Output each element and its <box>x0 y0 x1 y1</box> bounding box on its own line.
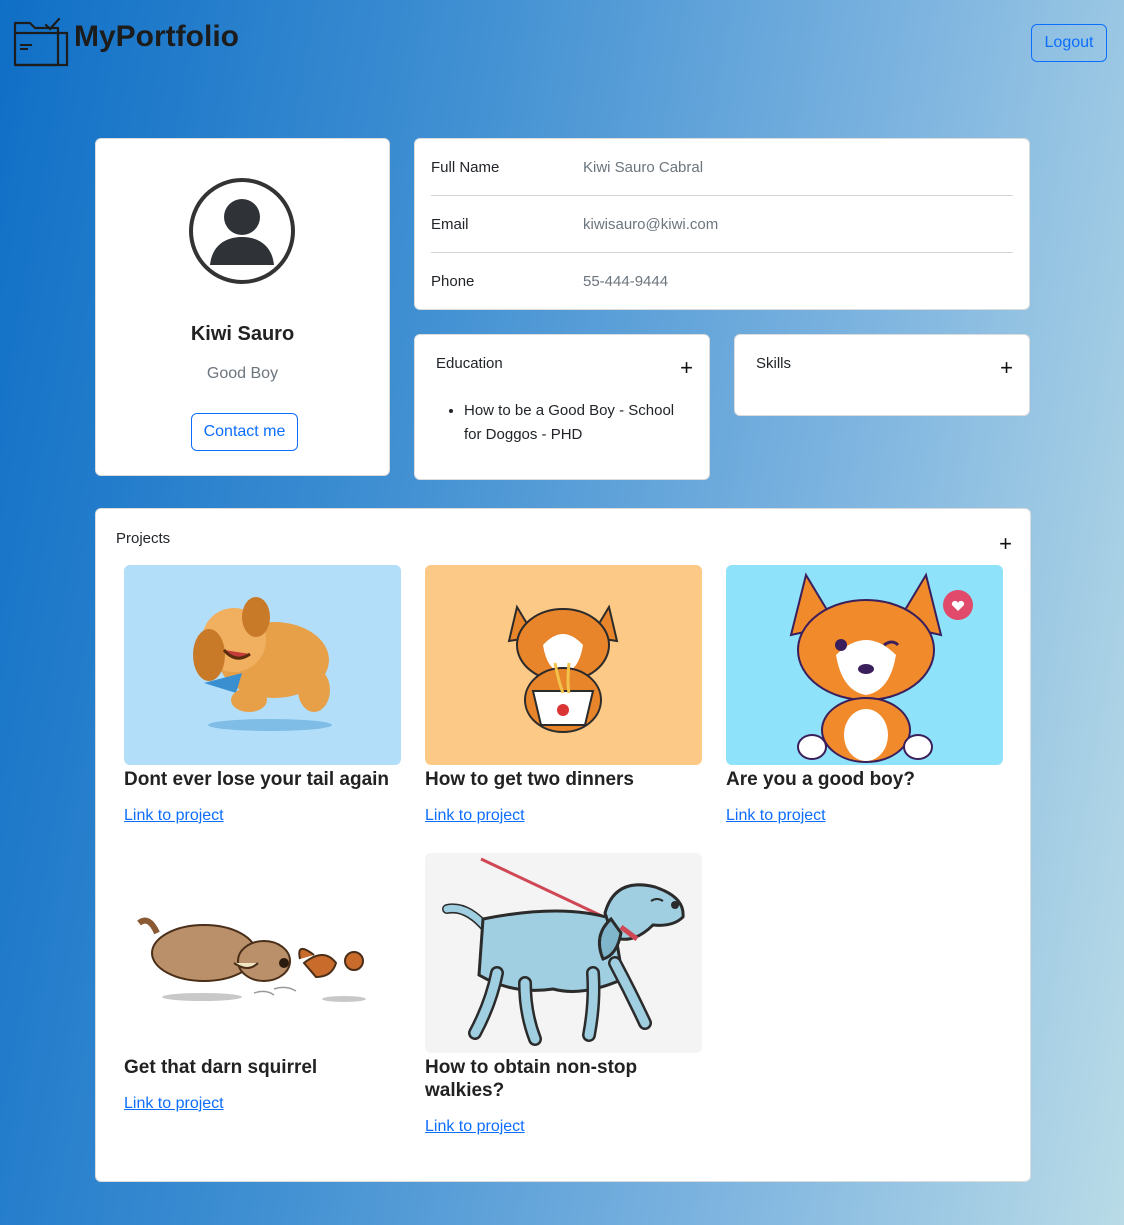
contact-me-button[interactable]: Contact me <box>191 413 298 451</box>
add-education-button[interactable]: + <box>680 357 693 379</box>
user-avatar-icon <box>189 178 295 284</box>
profile-card: Kiwi Sauro Good Boy Contact me <box>95 138 390 476</box>
project-title: Get that darn squirrel <box>124 1057 318 1078</box>
skills-title: Skills <box>756 355 792 372</box>
folder-icon <box>13 17 69 67</box>
blue-dog-on-leash-illustration <box>425 853 702 1053</box>
phone-row: Phone 55-444-9444 <box>431 253 1013 310</box>
project-card: How to get two dinners Link to project <box>425 565 702 825</box>
project-title: How to obtain non-stop walkies? <box>425 1057 638 1101</box>
contact-info-card: Full Name Kiwi Sauro Cabral Email kiwisa… <box>414 138 1030 310</box>
project-title: How to get two dinners <box>425 769 634 790</box>
phone-label: Phone <box>431 273 475 290</box>
add-skill-button[interactable]: + <box>1000 357 1013 379</box>
jumping-dog-illustration <box>124 565 401 765</box>
logout-button[interactable]: Logout <box>1031 24 1107 62</box>
education-card: Education + How to be a Good Boy - Schoo… <box>414 334 710 480</box>
full-name-value: Kiwi Sauro Cabral <box>583 158 704 176</box>
brand-name: MyPortfolio <box>74 20 239 53</box>
full-name-row: Full Name Kiwi Sauro Cabral <box>431 139 1013 196</box>
project-title: Dont ever lose your tail again <box>124 769 390 790</box>
email-row: Email kiwisauro@kiwi.com <box>431 196 1013 253</box>
email-value: kiwisauro@kiwi.com <box>583 215 719 233</box>
full-name-label: Full Name <box>431 158 500 176</box>
profile-name: Kiwi Sauro <box>190 323 295 345</box>
projects-title: Projects <box>116 530 171 547</box>
education-title: Education <box>436 355 503 372</box>
winking-corgi-illustration <box>726 565 1003 765</box>
project-link[interactable]: Link to project <box>425 807 525 825</box>
corgi-eating-noodles-illustration <box>425 565 702 765</box>
projects-card: Projects + Dont ever lose your tail agai… <box>95 508 1031 1182</box>
dog-chasing-squirrel-illustration <box>124 853 401 1053</box>
project-link[interactable]: Link to project <box>425 1118 525 1136</box>
skills-card: Skills + <box>734 334 1030 416</box>
add-project-button[interactable]: + <box>999 533 1012 555</box>
email-label: Email <box>431 215 469 233</box>
brand[interactable]: MyPortfolio <box>12 12 239 72</box>
project-card: Get that darn squirrel Link to project <box>124 853 401 1113</box>
project-title: Are you a good boy? <box>726 769 915 790</box>
project-link[interactable]: Link to project <box>124 807 224 825</box>
project-card: How to obtain non-stop walkies? Link to … <box>425 853 702 1136</box>
project-card: Are you a good boy? Link to project <box>726 565 1003 825</box>
profile-title: Good Boy <box>206 365 279 382</box>
project-card: Dont ever lose your tail again Link to p… <box>124 565 401 825</box>
education-item: How to be a Good Boy - School for Doggos… <box>464 399 694 447</box>
project-link[interactable]: Link to project <box>124 1095 224 1113</box>
phone-value: 55-444-9444 <box>583 273 669 290</box>
project-link[interactable]: Link to project <box>726 807 826 825</box>
education-list: How to be a Good Boy - School for Doggos… <box>464 399 694 447</box>
